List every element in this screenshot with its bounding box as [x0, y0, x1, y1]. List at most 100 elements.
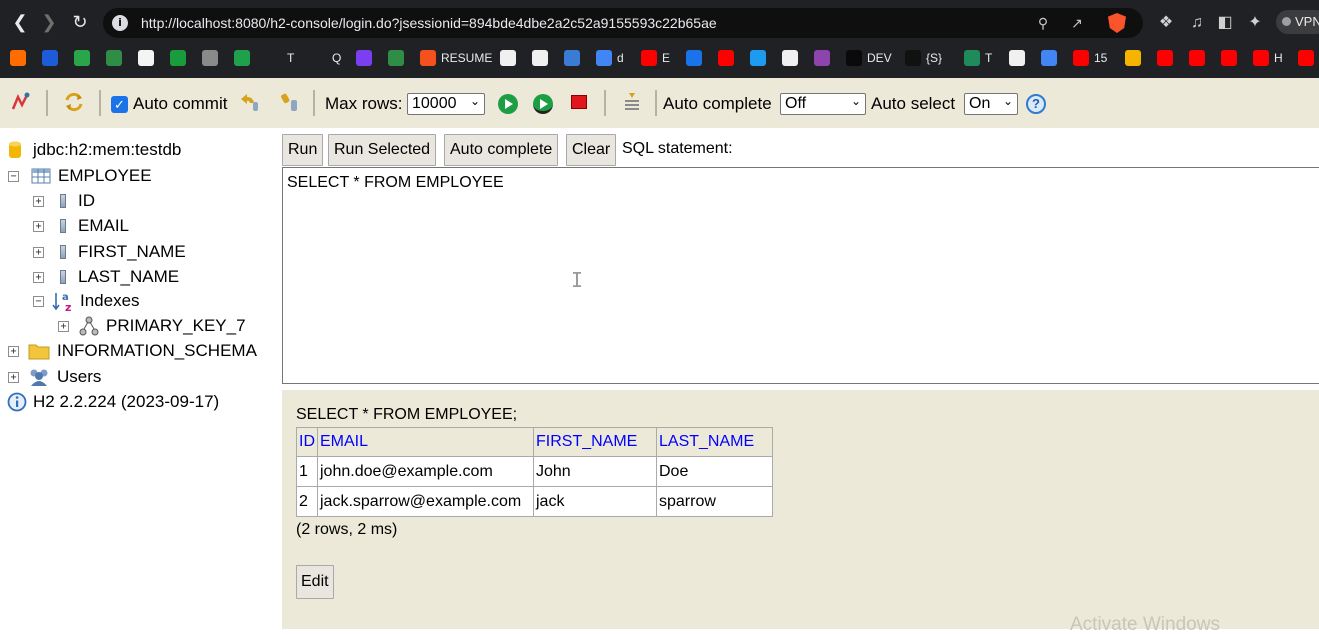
- tree-connection[interactable]: jdbc:h2:mem:testdb: [8, 139, 181, 161]
- chevron-down-icon: ⌄: [850, 94, 861, 108]
- bookmark-item[interactable]: [564, 49, 585, 67]
- edit-button[interactable]: Edit: [296, 565, 334, 599]
- collapse-icon[interactable]: −: [8, 170, 19, 182]
- tree-index-primary-key[interactable]: + PRIMARY_KEY_7: [58, 315, 246, 337]
- bookmark-item[interactable]: [170, 49, 191, 67]
- rollback-icon[interactable]: [238, 91, 260, 113]
- tree-column-id[interactable]: + ID: [33, 190, 95, 212]
- bookmark-item[interactable]: [750, 49, 771, 67]
- bookmark-item[interactable]: [686, 49, 707, 67]
- expand-icon[interactable]: +: [58, 320, 69, 332]
- bookmark-item[interactable]: RESUME: [420, 49, 492, 67]
- vpn-button[interactable]: VPN: [1276, 10, 1319, 34]
- bookmark-item[interactable]: [500, 49, 521, 67]
- expand-icon[interactable]: +: [33, 195, 44, 207]
- commit-icon[interactable]: [279, 91, 301, 113]
- bookmark-item[interactable]: d: [1298, 49, 1319, 67]
- bookmark-item[interactable]: [1157, 49, 1178, 67]
- column-header-id[interactable]: ID: [296, 427, 318, 457]
- expand-icon[interactable]: +: [33, 271, 44, 283]
- bookmark-item[interactable]: [388, 49, 409, 67]
- tree-information-schema[interactable]: + INFORMATION_SCHEMA: [8, 340, 257, 362]
- run-selected-button[interactable]: Run Selected: [328, 134, 437, 166]
- bookmark-item[interactable]: [782, 49, 803, 67]
- tree-column-email[interactable]: + EMAIL: [33, 215, 129, 237]
- site-info-icon[interactable]: i: [112, 15, 128, 31]
- stop-icon[interactable]: [571, 95, 587, 109]
- brave-shields-icon[interactable]: [1108, 13, 1126, 33]
- tree-table-employee[interactable]: − EMPLOYEE: [8, 165, 152, 187]
- address-bar[interactable]: i http://localhost:8080/h2-console/login…: [103, 8, 1143, 38]
- bookmark-item[interactable]: [202, 49, 223, 67]
- tree-users[interactable]: + Users: [8, 366, 101, 388]
- bookmark-item[interactable]: T: [964, 49, 992, 67]
- bookmark-item[interactable]: [356, 49, 377, 67]
- bookmark-item[interactable]: [1125, 49, 1146, 67]
- tree-indexes[interactable]: − a z Indexes: [33, 290, 140, 312]
- share-icon[interactable]: ↗: [1067, 13, 1087, 33]
- bookmark-item[interactable]: DEV: [846, 49, 892, 67]
- bookmark-item[interactable]: [138, 49, 159, 67]
- sql-editor[interactable]: SELECT * FROM EMPLOYEE I: [282, 167, 1319, 384]
- bookmark-item[interactable]: [234, 49, 255, 67]
- auto-complete-button[interactable]: Auto complete: [444, 134, 559, 166]
- bookmark-item[interactable]: {S}: [905, 49, 942, 67]
- expand-icon[interactable]: +: [33, 220, 44, 232]
- bookmark-item[interactable]: [74, 49, 95, 67]
- auto-select-select[interactable]: On ⌄: [964, 93, 1018, 115]
- bookmark-item[interactable]: [10, 49, 31, 67]
- run-selected-icon[interactable]: [533, 94, 553, 114]
- bookmark-item[interactable]: d: [596, 49, 624, 67]
- expand-icon[interactable]: +: [8, 371, 19, 383]
- leo-ai-icon[interactable]: ✦: [1244, 12, 1266, 34]
- bookmark-item[interactable]: E: [641, 49, 670, 67]
- sql-text[interactable]: SELECT * FROM EMPLOYEE: [287, 174, 504, 192]
- bookmark-item[interactable]: [814, 49, 835, 67]
- orange-circle-icon: [10, 50, 26, 66]
- zoom-icon[interactable]: ⚲: [1033, 13, 1053, 33]
- extensions-icon[interactable]: ❖: [1155, 12, 1177, 34]
- tree-column-first-name[interactable]: + FIRST_NAME: [33, 241, 186, 263]
- bookmark-item[interactable]: [1189, 49, 1210, 67]
- tree-column-last-name[interactable]: + LAST_NAME: [33, 266, 179, 288]
- youtube-icon: [1073, 50, 1089, 66]
- help-icon[interactable]: ?: [1026, 94, 1046, 114]
- run-icon[interactable]: [498, 94, 518, 114]
- bookmark-item[interactable]: Q: [311, 49, 341, 67]
- media-icon[interactable]: ♫: [1186, 12, 1208, 34]
- connection-label: jdbc:h2:mem:testdb: [33, 140, 182, 159]
- bookmark-item[interactable]: [532, 49, 553, 67]
- url-text[interactable]: http://localhost:8080/h2-console/login.d…: [141, 15, 717, 31]
- refresh-icon[interactable]: [63, 91, 85, 113]
- history-icon[interactable]: [621, 91, 643, 113]
- bookmark-item[interactable]: 15: [1073, 49, 1107, 67]
- docs-icon: [1041, 50, 1057, 66]
- bookmark-item[interactable]: [1221, 49, 1242, 67]
- auto-complete-select[interactable]: Off ⌄: [780, 93, 866, 115]
- max-rows-select[interactable]: 10000 ⌄: [407, 93, 485, 115]
- bookmark-item[interactable]: T: [266, 49, 294, 67]
- collapse-icon[interactable]: −: [33, 295, 44, 307]
- bookmark-item[interactable]: [718, 49, 739, 67]
- column-label: ID: [78, 191, 95, 210]
- bookmark-item[interactable]: [1041, 49, 1062, 67]
- run-button[interactable]: Run: [282, 134, 324, 166]
- column-header-email[interactable]: EMAIL: [317, 427, 534, 457]
- back-icon[interactable]: ❮: [8, 10, 32, 34]
- expand-icon[interactable]: +: [8, 345, 19, 357]
- disconnect-icon[interactable]: [10, 91, 32, 113]
- column-header-first-name[interactable]: FIRST_NAME: [533, 427, 657, 457]
- toolbar-separator: [99, 90, 101, 116]
- expand-icon[interactable]: +: [33, 246, 44, 258]
- reload-icon[interactable]: ↻: [68, 10, 92, 34]
- bookmark-item[interactable]: [1009, 49, 1030, 67]
- column-header-last-name[interactable]: LAST_NAME: [656, 427, 773, 457]
- bookmark-item[interactable]: [106, 49, 127, 67]
- auto-commit-checkbox[interactable]: ✓: [111, 96, 128, 113]
- sidebar-icon[interactable]: ◧: [1214, 12, 1236, 34]
- bookmark-item[interactable]: H: [1253, 49, 1283, 67]
- bookmark-item[interactable]: [42, 49, 63, 67]
- forward-icon[interactable]: ❯: [37, 10, 61, 34]
- w3-icon: [138, 50, 154, 66]
- clear-button[interactable]: Clear: [566, 134, 617, 166]
